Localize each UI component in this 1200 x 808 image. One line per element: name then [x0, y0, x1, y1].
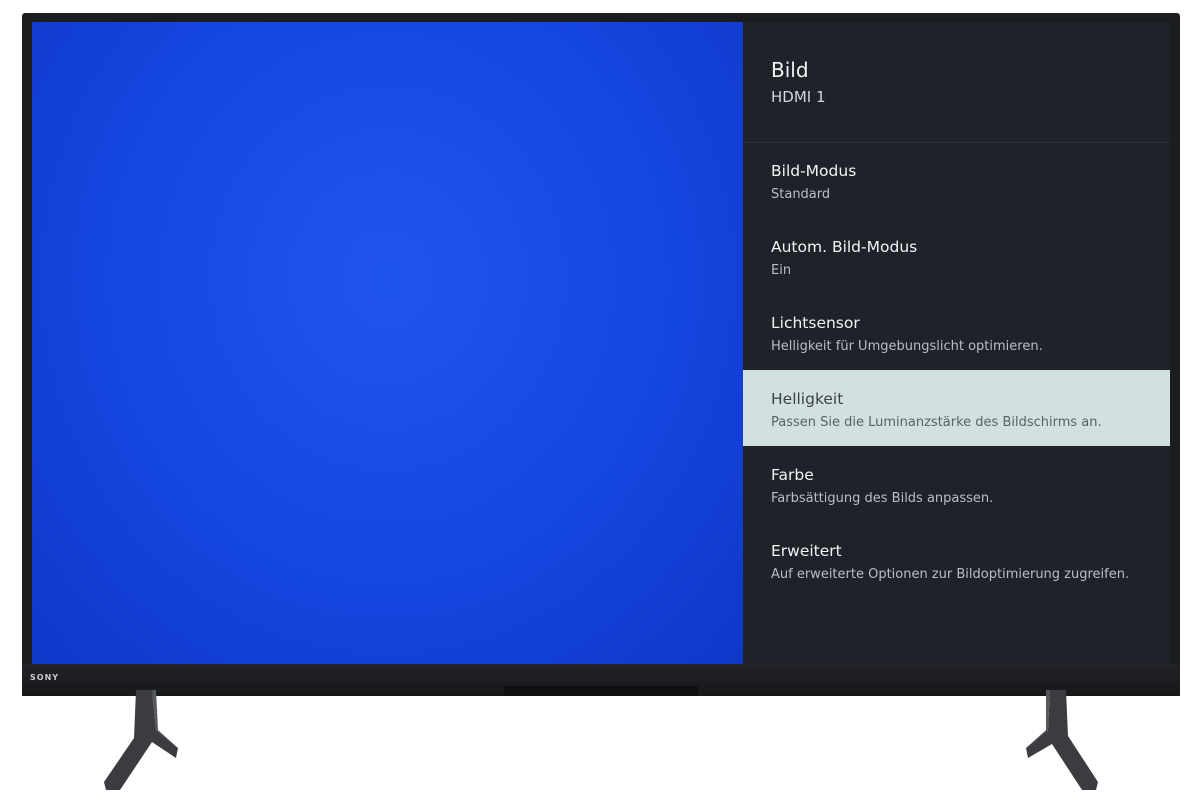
sony-logo: SONY: [30, 673, 60, 682]
menu-item-label: Autom. Bild-Modus: [771, 238, 918, 256]
menu-item-desc: Ein: [771, 263, 792, 278]
tv-photo: Bild HDMI 1 Bild-Modus Standard Autom. B…: [0, 0, 1200, 808]
menu-item-desc: Auf erweiterte Optionen zur Bildoptimier…: [771, 567, 1130, 582]
menu-item-label: Farbe: [771, 466, 814, 484]
menu-item-label: Lichtsensor: [771, 314, 860, 332]
menu-item-bild-modus[interactable]: Bild-Modus Standard: [743, 142, 1170, 218]
left-stand-foot: [104, 690, 178, 790]
menu-item-desc: Standard: [771, 187, 831, 202]
menu-item-autom-bild-modus[interactable]: Autom. Bild-Modus Ein: [743, 218, 1170, 294]
panel-subtitle: HDMI 1: [771, 88, 826, 106]
menu-item-label: Erweitert: [771, 542, 842, 560]
menu-item-helligkeit[interactable]: Helligkeit Passen Sie die Luminanzstärke…: [743, 370, 1170, 446]
panel-header: Bild HDMI 1: [743, 22, 1170, 143]
menu-item-desc: Farbsättigung des Bilds anpassen.: [771, 491, 994, 506]
blue-picture-area: [32, 22, 743, 664]
settings-menu: Bild-Modus Standard Autom. Bild-Modus Ei…: [743, 142, 1170, 598]
menu-item-desc: Helligkeit für Umgebungslicht optimieren…: [771, 339, 1043, 354]
menu-item-farbe[interactable]: Farbe Farbsättigung des Bilds anpassen.: [743, 446, 1170, 522]
panel-title: Bild: [771, 58, 809, 82]
menu-item-label: Helligkeit: [771, 390, 844, 408]
tv-screen: Bild HDMI 1 Bild-Modus Standard Autom. B…: [32, 22, 1170, 664]
menu-item-desc: Passen Sie die Luminanzstärke des Bildsc…: [771, 415, 1102, 430]
menu-item-erweitert[interactable]: Erweitert Auf erweiterte Optionen zur Bi…: [743, 522, 1170, 598]
menu-item-lichtsensor[interactable]: Lichtsensor Helligkeit für Umgebungslich…: [743, 294, 1170, 370]
menu-item-label: Bild-Modus: [771, 162, 857, 180]
right-stand-foot: [1026, 690, 1098, 790]
picture-settings-panel: Bild HDMI 1 Bild-Modus Standard Autom. B…: [743, 22, 1170, 664]
ir-sensor-strip: [504, 686, 698, 696]
